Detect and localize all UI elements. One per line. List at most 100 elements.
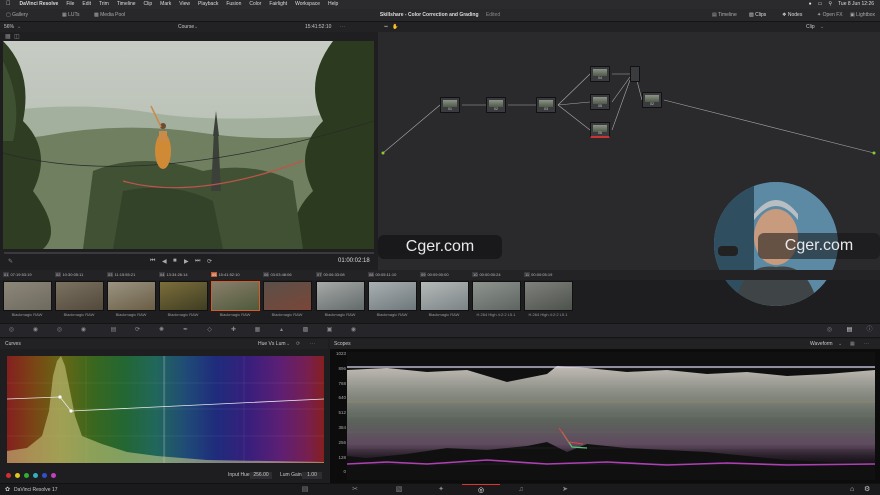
curves-mode-dropdown-icon[interactable]: ⌄ xyxy=(286,339,290,349)
node-05[interactable]: 05 xyxy=(590,94,610,110)
nodes-button[interactable]: ❖ Nodes xyxy=(782,9,802,22)
menu-view[interactable]: View xyxy=(175,0,194,9)
node-mode[interactable]: Clip xyxy=(806,22,815,32)
color-wheels-icon[interactable]: ◎ xyxy=(56,327,63,334)
clip-thumbnail[interactable] xyxy=(472,281,521,311)
sizing-icon[interactable]: ▣ xyxy=(326,327,333,334)
curves-options-icon[interactable]: ··· xyxy=(310,339,315,349)
menu-color[interactable]: Color xyxy=(245,0,265,9)
camera-raw-icon[interactable]: ◎ xyxy=(8,327,15,334)
rgb-mixer-icon[interactable]: ◉ xyxy=(80,327,87,334)
menu-fairlight[interactable]: Fairlight xyxy=(265,0,291,9)
page-fusion-icon[interactable]: ✦ xyxy=(422,484,460,495)
menu-clip[interactable]: Clip xyxy=(140,0,157,9)
page-cut-icon[interactable]: ✂ xyxy=(336,484,374,495)
qualifier-icon[interactable]: ✒ xyxy=(182,327,189,334)
node-07[interactable]: 02 xyxy=(642,92,662,108)
hue-swatch[interactable] xyxy=(24,473,29,478)
layer-mixer-node[interactable] xyxy=(630,66,640,82)
reset-icon[interactable]: ⟳ xyxy=(296,339,300,349)
menu-workspace[interactable]: Workspace xyxy=(291,0,324,9)
key-icon[interactable]: ▩ xyxy=(302,327,309,334)
motion-effects-icon[interactable]: ▤ xyxy=(110,327,117,334)
clip-thumbnail[interactable] xyxy=(107,281,156,311)
app-menu[interactable]: DaVinci Resolve xyxy=(16,0,63,9)
loop-icon[interactable]: ⟳ xyxy=(207,258,212,265)
lightbox-button[interactable]: ▣ Lightbox xyxy=(850,9,875,22)
menu-playback[interactable]: Playback xyxy=(194,0,222,9)
node-mode-dropdown-icon[interactable]: ⌄ xyxy=(820,22,824,32)
hue-swatch[interactable] xyxy=(42,473,47,478)
input-hue-field[interactable]: 256.00 xyxy=(250,472,272,479)
scope-mode-dropdown-icon[interactable]: ⌄ xyxy=(838,339,842,349)
hue-vs-lum-graph[interactable] xyxy=(7,356,324,463)
scrubber[interactable] xyxy=(4,252,374,254)
color-warper-icon[interactable]: ✺ xyxy=(158,327,165,334)
search-icon[interactable]: ⚲ xyxy=(828,0,832,9)
hand-icon[interactable]: ✋ xyxy=(392,22,398,32)
timeline-button[interactable]: ▤ Timeline xyxy=(712,9,737,22)
menu-trim[interactable]: Trim xyxy=(95,0,113,9)
page-fairlight-icon[interactable]: ♫ xyxy=(502,484,540,495)
menu-fusion[interactable]: Fusion xyxy=(222,0,245,9)
split-icon[interactable]: ◫ xyxy=(14,33,20,40)
clip-thumbnail[interactable] xyxy=(316,281,365,311)
node-04[interactable]: 04 xyxy=(590,66,610,82)
clip-thumbnail[interactable] xyxy=(263,281,312,311)
wifi-icon[interactable]: ● xyxy=(809,0,812,9)
clips-button[interactable]: ▧ Clips xyxy=(749,9,766,22)
chevron-down-icon[interactable]: ⌄ xyxy=(17,22,21,32)
page-color-icon[interactable]: ◎ xyxy=(462,484,500,495)
color-match-icon[interactable]: ◉ xyxy=(32,327,39,334)
hue-swatch[interactable] xyxy=(51,473,56,478)
clip-thumbnail[interactable] xyxy=(368,281,417,311)
node-03[interactable]: 03 xyxy=(536,97,556,113)
timeline-name[interactable]: Course xyxy=(178,22,194,32)
clip-thumbnail[interactable] xyxy=(3,281,52,311)
magic-mask-icon[interactable]: ▦ xyxy=(254,327,261,334)
scope-mode[interactable]: Waveform xyxy=(810,339,833,349)
curves-icon[interactable]: ⟳ xyxy=(134,327,141,334)
open-fx-button[interactable]: ✦ Open FX xyxy=(817,9,843,22)
3d-icon[interactable]: ◉ xyxy=(350,327,357,334)
settings-icon[interactable]: ⚙ xyxy=(864,484,870,495)
clip-thumbnail[interactable] xyxy=(211,281,260,311)
clip-thumbnail[interactable] xyxy=(159,281,208,311)
menu-help[interactable]: Help xyxy=(324,0,342,9)
stop-icon[interactable]: ■ xyxy=(173,258,177,264)
info-icon[interactable]: ⓘ xyxy=(866,327,873,334)
clip-thumbnail[interactable] xyxy=(55,281,104,311)
clip-thumbnail[interactable] xyxy=(524,281,573,311)
window-icon[interactable]: ◇ xyxy=(206,327,213,334)
timeline-dropdown-icon[interactable]: ⌄ xyxy=(194,22,198,32)
pointer-icon[interactable]: ➥ xyxy=(384,22,388,32)
apple-icon[interactable]:  xyxy=(0,0,16,9)
menu-timeline[interactable]: Timeline xyxy=(113,0,140,9)
node-06[interactable]: 06 xyxy=(590,122,610,138)
skip-back-icon[interactable]: ⏮ xyxy=(150,258,155,265)
node-01[interactable]: 01 xyxy=(440,97,460,113)
clock[interactable]: Tue 8 Jun 12:26 xyxy=(838,0,874,9)
keyframes-icon[interactable]: ◎ xyxy=(826,327,833,334)
hue-swatch[interactable] xyxy=(6,473,11,478)
menu-mark[interactable]: Mark xyxy=(156,0,175,9)
home-icon[interactable]: ⌂ xyxy=(850,484,854,495)
tracker-icon[interactable]: ✚ xyxy=(230,327,237,334)
blur-icon[interactable]: ▴ xyxy=(278,327,285,334)
viewer-image[interactable] xyxy=(3,41,374,249)
hue-swatch[interactable] xyxy=(33,473,38,478)
skip-forward-icon[interactable]: ⏭ xyxy=(195,258,200,265)
zoom-level[interactable]: 56% xyxy=(4,22,14,32)
curves-mode[interactable]: Hue Vs Lum xyxy=(258,339,286,349)
page-deliver-icon[interactable]: ➤ xyxy=(546,484,584,495)
brush-icon[interactable]: ✎ xyxy=(8,258,13,265)
play-reverse-icon[interactable]: ◀ xyxy=(162,258,167,265)
battery-icon[interactable]: ▭ xyxy=(818,0,823,9)
viewer-options-icon[interactable]: ··· xyxy=(340,22,345,32)
menu-edit[interactable]: Edit xyxy=(78,0,95,9)
hue-swatch[interactable] xyxy=(15,473,20,478)
scope-layout-icon[interactable]: ▦ xyxy=(850,339,855,349)
clip-thumbnail[interactable] xyxy=(420,281,469,311)
node-02[interactable]: 02 xyxy=(486,97,506,113)
page-edit-icon[interactable]: ▧ xyxy=(380,484,418,495)
